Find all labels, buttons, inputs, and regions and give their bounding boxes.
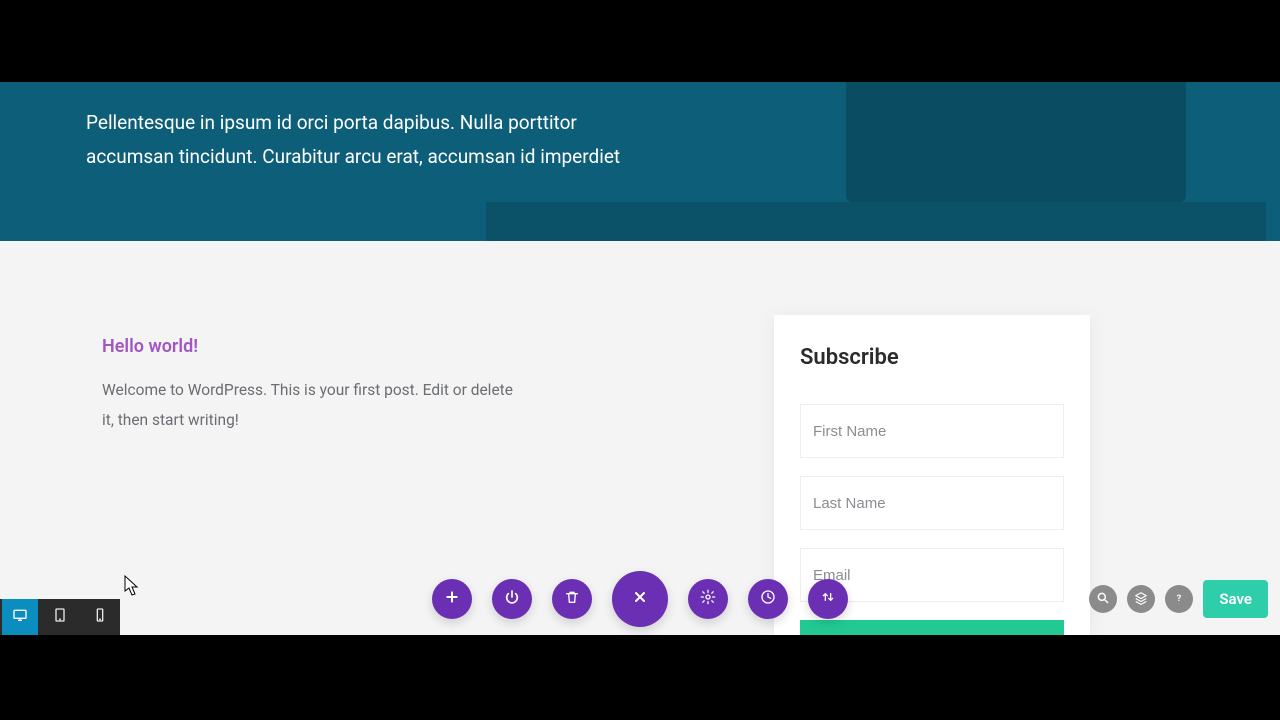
up-down-arrows-icon xyxy=(820,589,836,609)
power-icon xyxy=(504,589,520,609)
trash-icon xyxy=(564,589,580,609)
add-module-button[interactable] xyxy=(432,579,472,619)
zoom-button[interactable] xyxy=(1089,585,1117,613)
gear-icon xyxy=(700,589,716,609)
first-name-input[interactable] xyxy=(801,405,1063,457)
plus-icon xyxy=(444,589,460,609)
subscribe-heading: Subscribe xyxy=(800,345,1064,370)
hero-section: Pellentesque in ipsum id orci porta dapi… xyxy=(0,82,1280,241)
first-name-field-wrap xyxy=(800,404,1064,458)
layers-icon xyxy=(1134,590,1148,609)
portability-button[interactable] xyxy=(808,579,848,619)
device-preview-switcher xyxy=(0,599,120,635)
desktop-preview-button[interactable] xyxy=(2,599,38,635)
help-button[interactable]: ? xyxy=(1165,585,1193,613)
post-body-text: Welcome to WordPress. This is your first… xyxy=(102,375,522,435)
letterbox-bottom xyxy=(0,635,1280,720)
magnifier-icon xyxy=(1096,590,1110,609)
last-name-field-wrap xyxy=(800,476,1064,530)
last-name-input[interactable] xyxy=(801,477,1063,529)
question-icon: ? xyxy=(1172,590,1186,609)
right-dock: ? Save xyxy=(1089,563,1268,635)
history-button[interactable] xyxy=(748,579,788,619)
close-icon xyxy=(632,589,648,609)
layers-button[interactable] xyxy=(1127,585,1155,613)
page-settings-button[interactable] xyxy=(688,579,728,619)
save-button[interactable]: Save xyxy=(1203,580,1268,618)
tablet-preview-button[interactable] xyxy=(42,599,78,635)
wireframe-button[interactable] xyxy=(492,579,532,619)
post-title-link[interactable]: Hello world! xyxy=(102,336,522,357)
tablet-icon xyxy=(52,607,68,627)
hero-paragraph: Pellentesque in ipsum id orci porta dapi… xyxy=(86,106,646,174)
clear-layout-button[interactable] xyxy=(552,579,592,619)
page-viewport: Pellentesque in ipsum id orci porta dapi… xyxy=(0,82,1280,635)
clock-icon xyxy=(760,589,776,609)
phone-preview-button[interactable] xyxy=(82,599,118,635)
blog-post: Hello world! Welcome to WordPress. This … xyxy=(102,336,522,435)
phone-icon xyxy=(92,607,108,627)
svg-text:?: ? xyxy=(1177,592,1182,603)
letterbox-top xyxy=(0,0,1280,82)
close-builder-button[interactable] xyxy=(612,571,668,627)
desktop-icon xyxy=(12,607,28,627)
subscribe-submit-button[interactable] xyxy=(800,620,1064,635)
